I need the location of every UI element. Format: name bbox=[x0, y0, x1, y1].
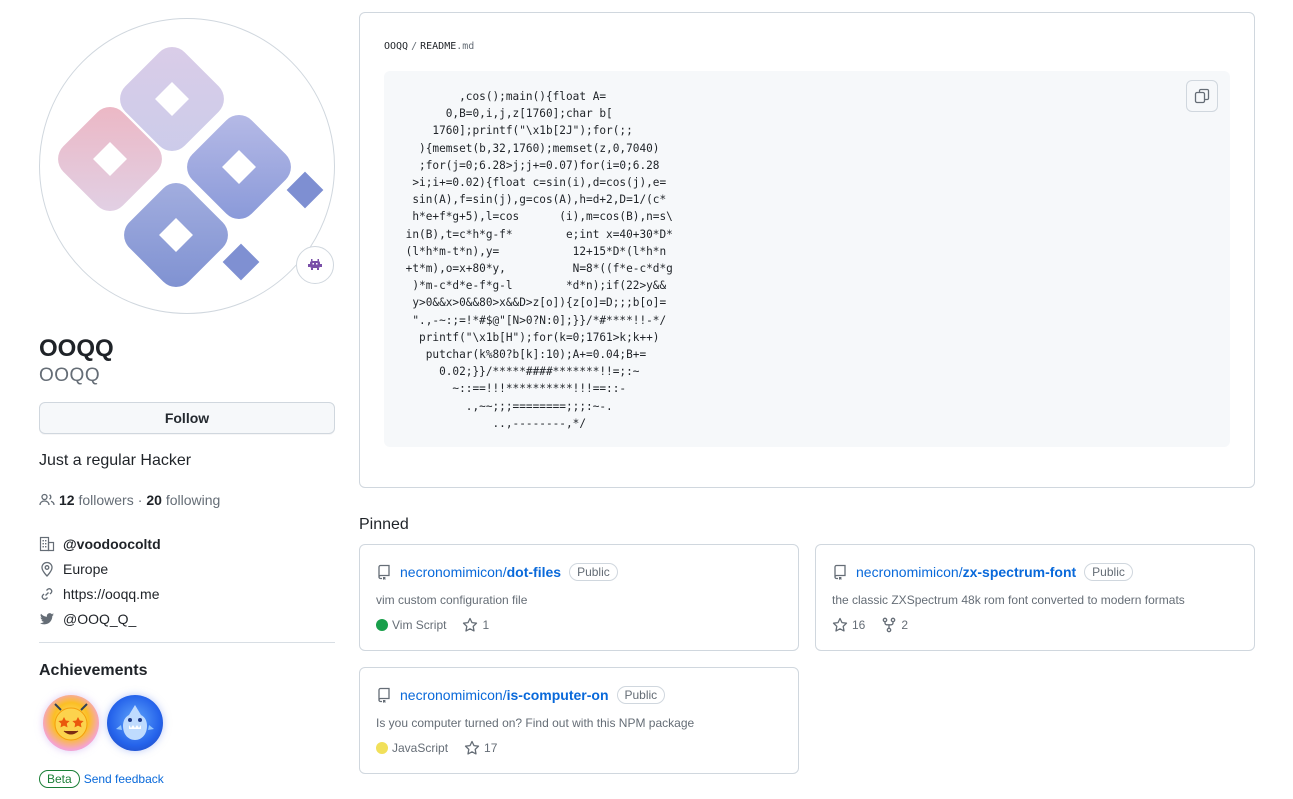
repo-link[interactable]: necronomimicon/dot-files bbox=[400, 564, 561, 580]
repo-link[interactable]: necronomimicon/zx-spectrum-font bbox=[856, 564, 1076, 580]
repo-header: necronomimicon/dot-files Public bbox=[376, 563, 618, 581]
stars-count: 16 bbox=[852, 618, 866, 632]
repo-language: JavaScript bbox=[376, 741, 448, 755]
profile-details: @voodoocoltd Europe https://ooqq.me @OOQ… bbox=[39, 531, 161, 631]
company-text[interactable]: @voodoocoltd bbox=[63, 536, 161, 552]
repo-language: Vim Script bbox=[376, 618, 446, 632]
profile-bio: Just a regular Hacker bbox=[39, 452, 192, 469]
repo-icon bbox=[376, 687, 392, 703]
twitter-icon bbox=[39, 611, 55, 627]
repo-description: vim custom configuration file bbox=[376, 593, 528, 607]
repo-stars-link[interactable]: 16 bbox=[832, 617, 865, 633]
repo-icon bbox=[376, 564, 392, 580]
repo-name: dot-files bbox=[506, 564, 562, 580]
repo-owner: necronomimicon bbox=[400, 564, 503, 580]
link-icon bbox=[39, 586, 55, 602]
detail-website: https://ooqq.me bbox=[39, 581, 161, 606]
star-icon bbox=[464, 740, 480, 755]
language-color-dot bbox=[376, 742, 388, 754]
detail-twitter: @OOQ_Q_ bbox=[39, 606, 161, 631]
following-count: 20 bbox=[146, 492, 162, 508]
avatar[interactable] bbox=[39, 18, 335, 314]
readme-owner-link[interactable]: OOQQ bbox=[384, 41, 408, 52]
stars-count: 1 bbox=[482, 618, 490, 632]
repo-description: the classic ZXSpectrum 48k rom font conv… bbox=[832, 593, 1185, 607]
beta-label: Beta bbox=[39, 770, 80, 788]
visibility-badge: Public bbox=[569, 563, 618, 581]
visibility-badge: Public bbox=[616, 686, 666, 704]
follow-button[interactable]: Follow bbox=[39, 402, 335, 434]
readme-file-link[interactable]: README.md bbox=[420, 41, 474, 52]
twitter-link[interactable]: @OOQ_Q_ bbox=[63, 611, 136, 627]
repo-header: necronomimicon/zx-spectrum-font Public bbox=[832, 563, 1133, 581]
visibility-badge: Public bbox=[1084, 563, 1133, 581]
star-icon bbox=[832, 617, 848, 632]
detail-location: Europe bbox=[39, 556, 161, 581]
repo-meta: Vim Script 1 bbox=[376, 617, 505, 633]
repo-link[interactable]: necronomimicon/is-computer-on bbox=[400, 687, 609, 703]
repo-icon bbox=[832, 564, 848, 580]
language-color-dot bbox=[376, 619, 388, 631]
repo-stars-link[interactable]: 1 bbox=[462, 617, 489, 633]
repo-stars-link[interactable]: 17 bbox=[464, 740, 497, 756]
repo-meta: 16 2 bbox=[832, 617, 924, 633]
fork-icon bbox=[883, 617, 896, 633]
repo-description: Is you computer turned on? Find out with… bbox=[376, 716, 695, 730]
readme-file-base: README bbox=[420, 41, 457, 52]
repo-owner: necronomimicon bbox=[856, 564, 959, 580]
readme-card: OOQQ / README.md ,cos();main(){float A= 0,… bbox=[359, 12, 1255, 488]
pinned-title: Pinned bbox=[359, 516, 409, 533]
readme-file-ext: .md bbox=[456, 41, 475, 52]
copy-button[interactable] bbox=[1186, 80, 1218, 112]
followers-label: followers bbox=[78, 492, 134, 508]
alien-monster-icon bbox=[308, 259, 322, 270]
stars-count: 17 bbox=[484, 741, 498, 755]
profile-username: OOQQ bbox=[39, 365, 101, 386]
code-content: ,cos();main(){float A= 0,B=0,i,j,z[1760]… bbox=[405, 90, 673, 430]
profile-names: OOQQ OOQQ bbox=[39, 336, 114, 388]
following-label: following bbox=[165, 492, 221, 508]
send-feedback-link[interactable]: Send feedback bbox=[84, 772, 164, 786]
readme-path: OOQQ / README.md bbox=[384, 41, 474, 52]
following-link[interactable]: 20 following bbox=[146, 492, 220, 508]
avatar-container bbox=[39, 18, 335, 314]
repo-forks-link[interactable]: 2 bbox=[881, 617, 908, 633]
avatar-art bbox=[58, 47, 324, 287]
organization-icon bbox=[39, 536, 55, 552]
achievements-title: Achievements bbox=[39, 662, 148, 679]
pinned-repo-card: necronomimicon/zx-spectrum-font Public t… bbox=[815, 544, 1255, 651]
follow-separator: · bbox=[137, 492, 143, 508]
forks-count: 2 bbox=[901, 618, 909, 632]
repo-name: is-computer-on bbox=[506, 687, 609, 703]
location-text: Europe bbox=[63, 560, 109, 577]
repo-name: zx-spectrum-font bbox=[962, 564, 1077, 580]
copy-icon bbox=[1194, 88, 1210, 104]
website-link[interactable]: https://ooqq.me bbox=[63, 586, 160, 602]
star-icon bbox=[463, 617, 478, 632]
sidebar-divider bbox=[39, 642, 335, 643]
people-icon bbox=[39, 493, 55, 506]
repo-owner: necronomimicon bbox=[400, 687, 503, 703]
language-name: Vim Script bbox=[392, 618, 447, 632]
location-icon bbox=[39, 561, 55, 577]
language-name: JavaScript bbox=[392, 741, 449, 755]
code-block: ,cos();main(){float A= 0,B=0,i,j,z[1760]… bbox=[384, 71, 1230, 447]
feedback-row: Beta Send feedback bbox=[39, 770, 164, 788]
pinned-repo-card: necronomimicon/is-computer-on Public Is … bbox=[359, 667, 799, 774]
repo-header: necronomimicon/is-computer-on Public bbox=[376, 686, 666, 704]
follow-stats: 12 followers · 20 following bbox=[39, 492, 220, 508]
pull-shark-icon[interactable] bbox=[107, 695, 163, 751]
followers-link[interactable]: 12 followers bbox=[59, 492, 134, 508]
repo-meta: JavaScript 17 bbox=[376, 740, 513, 756]
followers-count: 12 bbox=[59, 492, 75, 508]
profile-full-name: OOQQ bbox=[39, 335, 114, 362]
pinned-repo-card: necronomimicon/dot-files Public vim cust… bbox=[359, 544, 799, 651]
status-badge[interactable] bbox=[296, 246, 334, 284]
path-separator: / bbox=[411, 41, 418, 52]
detail-company: @voodoocoltd bbox=[39, 531, 161, 556]
starstruck-icon[interactable] bbox=[43, 695, 99, 751]
